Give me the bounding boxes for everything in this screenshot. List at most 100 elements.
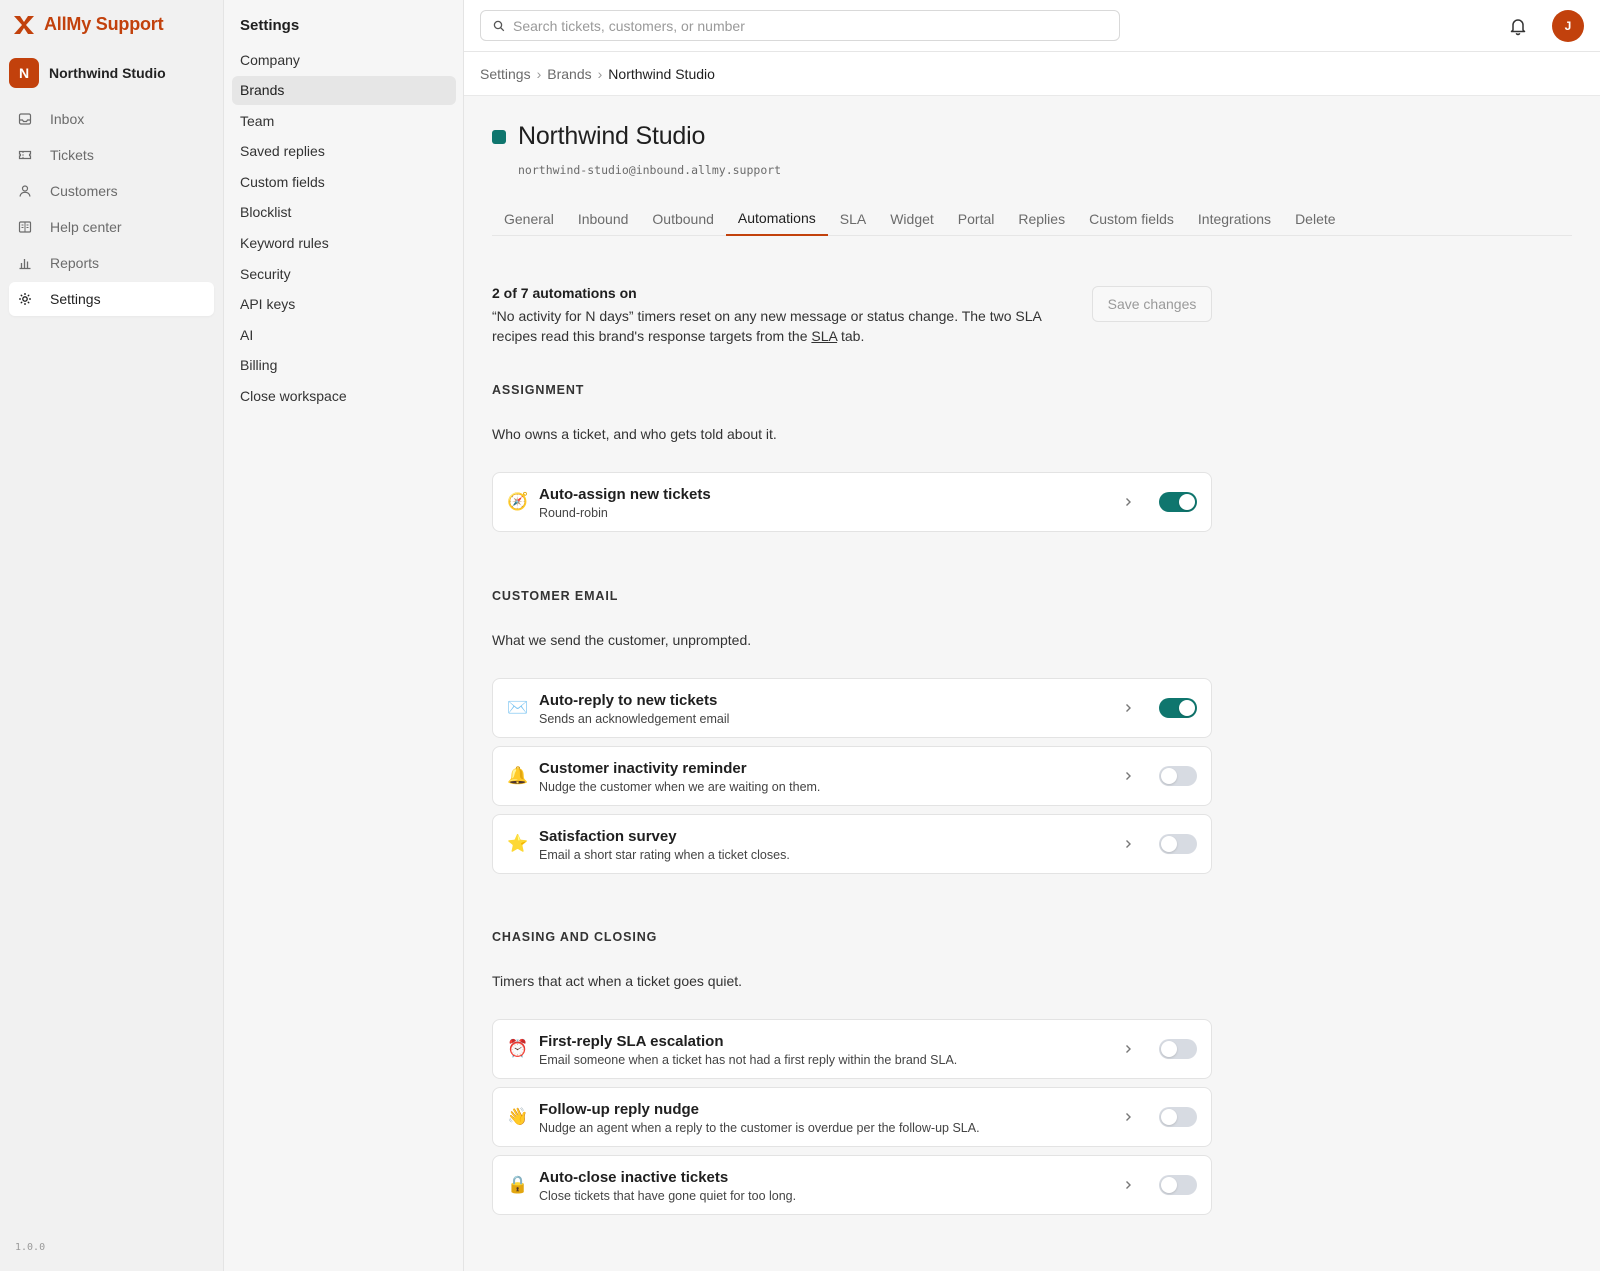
- tab-automations[interactable]: Automations: [725, 201, 828, 236]
- breadcrumb-separator: ›: [536, 66, 542, 82]
- top-bar: J: [464, 0, 1600, 52]
- waving-hand-icon: 👋: [507, 1107, 529, 1126]
- automation-row-auto-assign-new-tickets[interactable]: 🧭 Auto-assign new tickets Round-robin: [492, 472, 1212, 532]
- automation-title: Auto-close inactive tickets: [539, 1169, 729, 1186]
- tab-general[interactable]: General: [492, 201, 566, 236]
- automation-row-auto-reply-to-new-tickets[interactable]: ✉️ Auto-reply to new tickets Sends an ackn…: [492, 678, 1212, 738]
- logo-icon: [14, 16, 34, 34]
- automation-subtitle: Nudge the customer when we are waiting o…: [539, 780, 821, 794]
- automation-title: Follow-up reply nudge: [539, 1101, 699, 1118]
- automation-row-first-reply-sla-escalation[interactable]: ⏰ First-reply SLA escalation Email someone…: [492, 1019, 1212, 1079]
- app-sidebar: AllMy Support N Northwind Studio Inbox T…: [0, 0, 224, 1271]
- gear-icon: [19, 293, 31, 305]
- nav-label: Reports: [50, 255, 100, 271]
- automation-toggle[interactable]: [1159, 834, 1197, 854]
- envelope-icon: ✉️: [507, 698, 529, 717]
- toggle-knob: [1161, 768, 1177, 784]
- settings-item-api-keys[interactable]: API keys: [232, 290, 456, 319]
- nav-label: Help center: [50, 219, 122, 235]
- settings-item-custom-fields[interactable]: Custom fields: [232, 167, 456, 196]
- nav-item-settings[interactable]: Settings: [9, 282, 214, 316]
- settings-item-security[interactable]: Security: [232, 259, 456, 288]
- tab-widget[interactable]: Widget: [878, 201, 946, 236]
- tab-inbound[interactable]: Inbound: [566, 201, 641, 236]
- automation-subtitle: Email a short star rating when a ticket …: [539, 848, 790, 862]
- section-description: Who owns a ticket, and who gets told abo…: [492, 426, 777, 442]
- app-name: AllMy Support: [44, 13, 164, 34]
- search-input[interactable]: [513, 17, 1093, 34]
- automation-title: Satisfaction survey: [539, 828, 677, 845]
- save-changes-button[interactable]: Save changes: [1092, 286, 1212, 322]
- nav-label: Inbox: [50, 111, 85, 127]
- tab-custom-fields[interactable]: Custom fields: [1077, 201, 1186, 236]
- settings-item-ai[interactable]: AI: [232, 320, 456, 349]
- breadcrumb-settings[interactable]: Settings: [480, 66, 531, 82]
- nav-item-help-center[interactable]: Help center: [9, 210, 214, 244]
- brand-tabs: General Inbound Outbound Automations SLA Widg…: [492, 201, 1572, 236]
- automation-toggle[interactable]: [1159, 1107, 1197, 1127]
- chevron-right-icon[interactable]: [1121, 769, 1135, 783]
- settings-item-saved-replies[interactable]: Saved replies: [232, 137, 456, 166]
- search-box[interactable]: [480, 10, 1120, 41]
- tab-outbound[interactable]: Outbound: [640, 201, 726, 236]
- notifications-bell-icon[interactable]: [1508, 16, 1528, 36]
- settings-item-close-workspace[interactable]: Close workspace: [232, 382, 456, 411]
- automation-title: Auto-assign new tickets: [539, 486, 711, 503]
- chevron-right-icon[interactable]: [1121, 495, 1135, 509]
- breadcrumb-brands[interactable]: Brands: [547, 66, 591, 82]
- nav-label: Tickets: [50, 147, 94, 163]
- settings-item-company[interactable]: Company: [232, 45, 456, 74]
- chevron-right-icon[interactable]: [1121, 701, 1135, 715]
- automation-title: Customer inactivity reminder: [539, 760, 747, 777]
- toggle-knob: [1161, 1109, 1177, 1125]
- automation-toggle[interactable]: [1159, 492, 1197, 512]
- settings-menu-list: Company Brands Team Saved replies Custom fie…: [232, 45, 456, 412]
- nav-item-tickets[interactable]: Tickets: [9, 138, 214, 172]
- sla-tab-link[interactable]: SLA: [811, 328, 837, 344]
- app-logo[interactable]: AllMy Support: [12, 12, 164, 36]
- automation-row-satisfaction-survey[interactable]: ⭐ Satisfaction survey Email a short star r…: [492, 814, 1212, 874]
- automations-count: 2 of 7 automations on: [492, 285, 637, 301]
- settings-item-team[interactable]: Team: [232, 106, 456, 135]
- chevron-right-icon[interactable]: [1121, 837, 1135, 851]
- tab-delete[interactable]: Delete: [1283, 201, 1347, 236]
- bar-chart-icon: [19, 259, 31, 270]
- chevron-right-icon[interactable]: [1121, 1110, 1135, 1124]
- automation-toggle[interactable]: [1159, 698, 1197, 718]
- alarm-clock-icon: ⏰: [507, 1039, 529, 1058]
- settings-item-brands[interactable]: Brands: [232, 75, 456, 105]
- compass-icon: 🧭: [507, 492, 529, 511]
- automation-row-customer-inactivity-reminder[interactable]: 🔔 Customer inactivity reminder Nudge the c…: [492, 746, 1212, 806]
- nav-item-inbox[interactable]: Inbox: [9, 102, 214, 136]
- automation-toggle[interactable]: [1159, 766, 1197, 786]
- settings-item-blocklist[interactable]: Blocklist: [232, 198, 456, 227]
- toggle-knob: [1179, 494, 1195, 510]
- tab-replies[interactable]: Replies: [1006, 201, 1077, 236]
- workspace-switcher[interactable]: N Northwind Studio: [9, 58, 166, 88]
- tab-portal[interactable]: Portal: [946, 201, 1007, 236]
- chevron-right-icon[interactable]: [1121, 1042, 1135, 1056]
- chevron-right-icon[interactable]: [1121, 1178, 1135, 1192]
- tab-sla[interactable]: SLA: [828, 201, 878, 236]
- settings-item-keyword-rules[interactable]: Keyword rules: [232, 229, 456, 258]
- nav-item-reports[interactable]: Reports: [9, 246, 214, 280]
- settings-item-billing[interactable]: Billing: [232, 351, 456, 380]
- automation-toggle[interactable]: [1159, 1039, 1197, 1059]
- star-icon: ⭐: [507, 834, 529, 853]
- automation-toggle[interactable]: [1159, 1175, 1197, 1195]
- breadcrumb: Settings › Brands › Northwind Studio: [480, 66, 715, 82]
- breadcrumb-current: Northwind Studio: [608, 66, 715, 82]
- automation-row-follow-up-reply-nudge[interactable]: 👋 Follow-up reply nudge Nudge an agent whe…: [492, 1087, 1212, 1147]
- book-icon: [18, 221, 32, 233]
- inbox-icon: [18, 113, 32, 125]
- nav-item-customers[interactable]: Customers: [9, 174, 214, 208]
- automation-subtitle: Round-robin: [539, 506, 608, 520]
- nav-label: Settings: [50, 291, 101, 307]
- automation-row-auto-close-inactive-tickets[interactable]: 🔒 Auto-close inactive tickets Close ticket…: [492, 1155, 1212, 1215]
- user-avatar[interactable]: J: [1552, 10, 1584, 42]
- tab-integrations[interactable]: Integrations: [1186, 201, 1283, 236]
- brand-inbound-email: northwind-studio@inbound.allmy.support: [518, 163, 782, 177]
- toggle-knob: [1179, 700, 1195, 716]
- breadcrumb-separator: ›: [597, 66, 603, 82]
- nav-label: Customers: [50, 183, 118, 199]
